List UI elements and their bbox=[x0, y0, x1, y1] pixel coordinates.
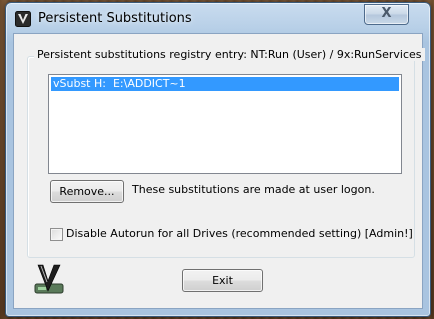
close-icon: X bbox=[381, 6, 392, 21]
registry-group-label: Persistent substitutions registry entry:… bbox=[34, 48, 425, 61]
logon-note: These substitutions are made at user log… bbox=[132, 183, 375, 196]
list-item[interactable]: vSubst H: E:\ADDICT~1 bbox=[51, 77, 399, 91]
vsubst-app-icon bbox=[15, 11, 31, 27]
title-bar[interactable]: Persistent Substitutions X bbox=[6, 3, 430, 33]
exit-button[interactable]: Exit bbox=[182, 269, 263, 292]
window-title: Persistent Substitutions bbox=[38, 11, 192, 26]
dialog-client-area: Persistent substitutions registry entry:… bbox=[13, 33, 425, 309]
disable-autorun-checkbox[interactable] bbox=[50, 228, 63, 241]
remove-button[interactable]: Remove... bbox=[50, 180, 124, 203]
close-button[interactable]: X bbox=[364, 4, 409, 25]
substitutions-list[interactable]: vSubst H: E:\ADDICT~1 bbox=[48, 74, 402, 174]
vsubst-logo-icon bbox=[33, 262, 67, 296]
dialog-window: Persistent Substitutions X Persistent su… bbox=[5, 2, 431, 317]
disable-autorun-label[interactable]: Disable Autorun for all Drives (recommen… bbox=[66, 227, 413, 240]
